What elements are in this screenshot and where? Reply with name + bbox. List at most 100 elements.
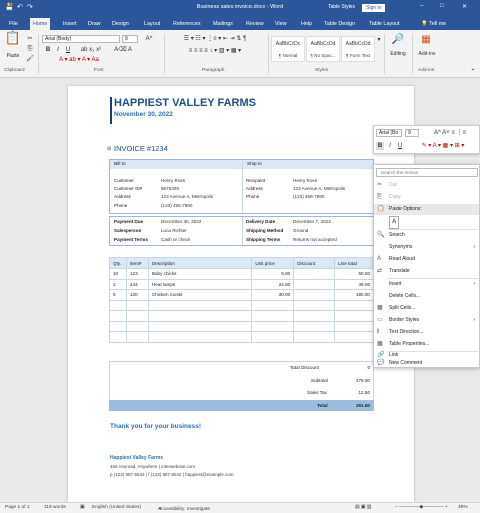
tab-mailings[interactable]: Mailings xyxy=(210,18,236,30)
cell-item[interactable]: 444 xyxy=(125,278,149,290)
col-header[interactable]: Qty. xyxy=(109,257,127,269)
bill-value[interactable]: 123 Avenue A, Metropolis xyxy=(161,194,213,199)
menu-text-direction[interactable]: ‖ Text Direction... xyxy=(374,327,479,338)
cell-qty[interactable]: 2 xyxy=(109,278,127,290)
addins-button[interactable]: Add-ins xyxy=(414,50,440,58)
cell-price[interactable]: 24.50 xyxy=(251,278,295,290)
align-icons[interactable]: ≡ ≡ ≡ ≡ ↕ ▾ ▨ ▾ ▦ ▾ xyxy=(170,47,260,55)
delivery-value[interactable]: Ground xyxy=(293,228,308,233)
tab-help[interactable]: Help xyxy=(298,18,315,30)
title-search[interactable]: Table Styles xyxy=(325,4,358,12)
menu-new-comment[interactable]: 💬 New Comment xyxy=(374,359,479,368)
menu-synonyms[interactable]: Synonyms › xyxy=(374,242,479,253)
col-header[interactable]: Discount xyxy=(293,257,336,269)
style-normal[interactable]: AaBbCcDc ¶ Normal xyxy=(271,36,305,62)
menu-border-styles[interactable]: ▭ Border Styles › xyxy=(374,315,479,326)
tab-home[interactable]: Home xyxy=(30,18,51,30)
zoom-slider[interactable]: – ──────◆────── + xyxy=(395,505,448,510)
word-count[interactable]: 119 words xyxy=(44,505,66,510)
cell-item[interactable] xyxy=(125,331,149,343)
undo-icon[interactable]: ↶ xyxy=(17,3,23,11)
tab-references[interactable]: References xyxy=(170,18,204,30)
ship-value[interactable]: (123) 456-7890 xyxy=(293,194,324,199)
cell-desc[interactable]: Chicken roosts xyxy=(147,289,253,301)
tell-me[interactable]: 💡 Tell me xyxy=(418,18,449,30)
payment-value[interactable]: December 30, 2022 xyxy=(161,219,201,224)
cell-qty[interactable] xyxy=(109,310,127,322)
language[interactable]: English (United States) xyxy=(92,505,141,510)
cell-qty[interactable] xyxy=(109,320,127,332)
paste-icon[interactable]: 📋 xyxy=(4,31,22,44)
save-icon[interactable]: 💾 xyxy=(5,3,14,11)
table-move-handle-icon[interactable]: ⊞ xyxy=(107,146,111,152)
invoice-number[interactable]: INVOICE #1234 xyxy=(114,144,168,153)
menu-cut[interactable]: ✂ Cut xyxy=(374,180,479,191)
menu-copy[interactable]: ⎘ Copy xyxy=(374,192,479,203)
style-no-spacing[interactable]: AaBbCcDd ¶ No Spac... xyxy=(306,36,340,62)
font-size-box[interactable]: 9 xyxy=(122,35,138,43)
ship-to-header[interactable]: Ship to xyxy=(243,160,373,169)
cell-item[interactable]: 120 xyxy=(125,289,149,301)
view-mode-icons[interactable]: ▤ ▣ ▥ xyxy=(355,505,371,510)
payment-value[interactable]: Luca Richter xyxy=(161,228,187,233)
tab-insert[interactable]: Insert xyxy=(60,18,79,30)
menu-translate[interactable]: ⇄ Translate xyxy=(374,266,479,277)
maximize-icon[interactable]: □ xyxy=(440,3,444,9)
cell-discount[interactable] xyxy=(293,299,336,311)
mini-size-box[interactable]: 9 xyxy=(405,129,419,137)
list-icons[interactable]: ☰ ▾ ☷ ▾ ⋮≡ ▾ ⇤ ⇥ ⇅ ¶ xyxy=(170,35,260,43)
col-header[interactable]: Item# xyxy=(125,257,149,269)
tab-draw[interactable]: Draw xyxy=(85,18,104,30)
paste-button[interactable]: Paste xyxy=(3,52,23,60)
cell-item[interactable] xyxy=(125,320,149,332)
footer-address[interactable]: 456 Anyroad, Anywhere | interwebsite.com xyxy=(110,464,195,469)
cell-price[interactable]: 30.00 xyxy=(251,289,295,301)
delivery-value[interactable]: December 7, 2022 xyxy=(293,219,331,224)
clear-format-icon[interactable]: A⌫ A xyxy=(110,46,136,54)
cell-qty[interactable] xyxy=(109,331,127,343)
cell-total[interactable]: 49.00 xyxy=(334,278,374,290)
menu-search[interactable]: 🔍 Search xyxy=(374,230,479,241)
cell-price[interactable] xyxy=(251,310,295,322)
footer-company[interactable]: Happiest Valley Farms xyxy=(110,455,163,461)
cell-qty[interactable]: 6 xyxy=(109,289,127,301)
menu-delete-cells[interactable]: Delete Cells... xyxy=(374,291,479,302)
font-name-box[interactable]: Arial (Body) xyxy=(42,35,120,43)
zoom-level[interactable]: 48% xyxy=(458,505,468,510)
tab-view[interactable]: View xyxy=(272,18,290,30)
cell-price[interactable]: 5.00 xyxy=(251,268,295,280)
cell-desc[interactable] xyxy=(147,299,253,311)
cell-total[interactable]: 50.00 xyxy=(334,268,374,280)
cell-price[interactable] xyxy=(251,299,295,311)
cell-desc[interactable]: Heat lamps xyxy=(147,278,253,290)
cell-item[interactable]: 123 xyxy=(125,268,149,280)
menu-split-cells[interactable]: ▦ Split Cells... xyxy=(374,303,479,314)
cell-discount[interactable] xyxy=(293,331,336,343)
tab-table-layout[interactable]: Table Layout xyxy=(366,18,403,30)
mini-font-box[interactable]: Arial (Bo xyxy=(376,129,402,137)
col-header[interactable]: Line total xyxy=(334,257,374,269)
bold-icon[interactable]: B xyxy=(44,46,52,54)
col-header[interactable]: Unit price xyxy=(251,257,295,269)
menu-table-properties[interactable]: ▦ Table Properties... xyxy=(374,339,479,350)
tab-design[interactable]: Design xyxy=(109,18,132,30)
strike-sub-super-icons[interactable]: ab x₂ x² xyxy=(76,46,106,54)
bill-value[interactable]: 8675309 xyxy=(161,186,179,191)
editing-icon[interactable]: 🔎 xyxy=(388,35,408,45)
menu-insert[interactable]: Insert › xyxy=(374,279,479,290)
ship-value[interactable]: 123 Avenue A, Metropolis xyxy=(293,186,345,191)
mini-bold-icon[interactable]: B xyxy=(376,142,384,150)
tab-layout[interactable]: Layout xyxy=(141,18,163,30)
company-name[interactable]: HAPPIEST VALLEY FARMS xyxy=(114,97,256,109)
cell-total[interactable] xyxy=(334,310,374,322)
ship-value[interactable]: Henry Ross xyxy=(293,178,317,183)
cell-discount[interactable] xyxy=(293,268,336,280)
tab-review[interactable]: Review xyxy=(243,18,267,30)
menu-search-input[interactable]: Search the menus xyxy=(376,168,478,177)
thank-you-text[interactable]: Thank you for your business! xyxy=(110,423,201,430)
underline-icon[interactable]: U xyxy=(64,46,72,54)
cell-item[interactable] xyxy=(125,299,149,311)
redo-icon[interactable]: ↷ xyxy=(27,3,33,11)
totals-value[interactable]: 12.50 xyxy=(340,390,371,395)
close-icon[interactable]: ✕ xyxy=(462,3,467,10)
